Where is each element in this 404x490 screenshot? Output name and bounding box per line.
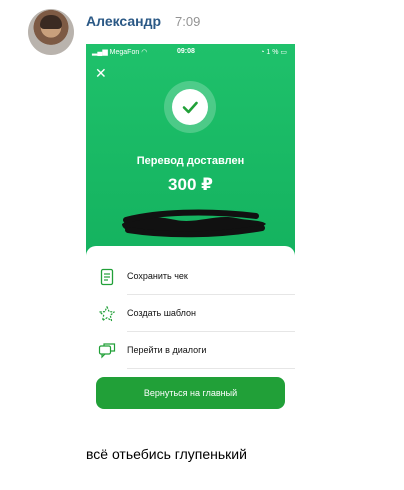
carrier-label: ▂▄▆ MegaFon ◠ [92, 49, 148, 56]
close-icon[interactable]: ✕ [95, 66, 107, 80]
action-create-template[interactable]: Создать шаблон [86, 295, 295, 332]
action-label: Перейти в диалоги [127, 345, 207, 355]
status-bar: ▂▄▆ MegaFon ◠ 09:08 ◔ 1 % ▭ [86, 44, 295, 60]
message-time: 7:09 [175, 14, 201, 29]
author-avatar[interactable] [28, 9, 74, 55]
divider [127, 368, 295, 369]
star-icon [99, 306, 115, 322]
chat-icon [98, 343, 116, 359]
action-label: Создать шаблон [127, 308, 197, 318]
transfer-amount: 300 ₽ [168, 175, 213, 194]
battery-label: ◔ 1 % ▭ [260, 49, 287, 56]
action-go-to-dialogs[interactable]: Перейти в диалоги [86, 332, 295, 369]
action-label: Сохранить чек [127, 271, 188, 281]
redaction-scribble [122, 209, 266, 238]
message-text: всё отьебись глупенький [86, 446, 247, 462]
transfer-title: Перевод доставлен [136, 155, 245, 167]
attached-screenshot[interactable]: ▂▄▆ MegaFon ◠ 09:08 ◔ 1 % ▭ ✕ Перевод до… [86, 44, 295, 420]
receipt-icon [100, 268, 114, 286]
author-name[interactable]: Александр [86, 13, 161, 29]
action-save-receipt[interactable]: Сохранить чек [86, 258, 295, 295]
return-home-button[interactable]: Вернуться на главный [96, 377, 285, 409]
success-check-icon [172, 89, 208, 125]
status-clock: 09:08 [177, 48, 195, 55]
success-header: ▂▄▆ MegaFon ◠ 09:08 ◔ 1 % ▭ ✕ Перевод до… [86, 44, 295, 259]
